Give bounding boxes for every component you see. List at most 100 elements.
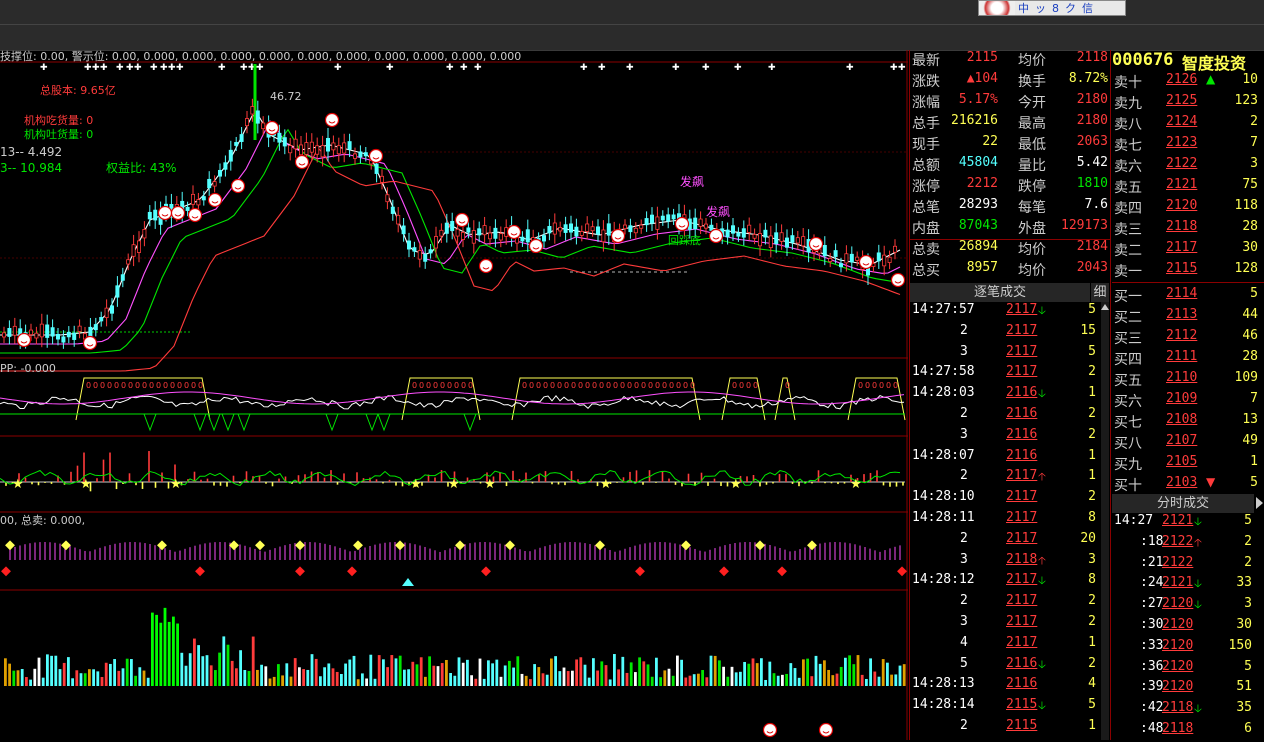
level-price: 2118 xyxy=(1166,219,1198,234)
toolbar-icon-avatar[interactable] xyxy=(979,1,1015,15)
pp-v-mark xyxy=(237,413,251,432)
candle-body xyxy=(342,142,347,154)
volume-bar xyxy=(260,664,263,686)
ask-row[interactable]: 卖十 2126 ▲ 10 xyxy=(1112,72,1264,93)
trade-row[interactable]: :27 2120 🡣 3 xyxy=(1112,596,1264,617)
toolbar-btn-5[interactable]: 信 xyxy=(1079,0,1096,16)
ask-row[interactable]: 卖二 2117 30 xyxy=(1112,240,1264,261)
trade-row[interactable]: 14:28:13 2116 4 xyxy=(910,676,1108,697)
bid-row[interactable]: 买五 2110 109 xyxy=(1112,370,1264,391)
trade-row[interactable]: 14:28:03 2116 🡣 1 xyxy=(910,385,1108,406)
level-price: 2111 xyxy=(1166,349,1198,364)
tick-detail-button[interactable]: 细 xyxy=(1091,283,1109,302)
minute-trades-list[interactable]: 14:27 2121 🡣 5:18 2122 🡡 2:21 2122 2:24 2121 🡣 33:2… xyxy=(1112,513,1264,740)
level-label: 买八 xyxy=(1114,436,1142,452)
trade-row[interactable]: 14:27:57 2117 🡣 5 xyxy=(910,302,1108,323)
ask-row[interactable]: 卖五 2121 75 xyxy=(1112,177,1264,198)
pp-mark: 0 xyxy=(536,381,541,390)
trade-row[interactable]: 2 2116 2 xyxy=(910,406,1108,427)
trade-row[interactable]: 14:28:12 2117 🡣 8 xyxy=(910,572,1108,593)
volume-bar xyxy=(100,677,104,686)
trade-row[interactable]: 3 2117 2 xyxy=(910,614,1108,635)
bid-row[interactable]: 买十 2103 ▼ 5 xyxy=(1112,475,1264,496)
trade-row[interactable]: 2 2115 1 xyxy=(910,718,1108,739)
volume-bar xyxy=(667,668,671,686)
ask-row[interactable]: 卖七 2123 7 xyxy=(1112,135,1264,156)
trade-row[interactable]: :33 2120 150 xyxy=(1112,638,1264,659)
ask-row[interactable]: 卖六 2122 3 xyxy=(1112,156,1264,177)
trade-row[interactable]: 14:28:14 2115 🡣 5 xyxy=(910,697,1108,718)
bid-row[interactable]: 买三 2112 46 xyxy=(1112,328,1264,349)
minute-trades-header[interactable]: 分时成交 xyxy=(1112,494,1254,513)
volume-bar xyxy=(701,670,704,686)
volume-bar xyxy=(575,659,578,686)
tick-scrollbar[interactable] xyxy=(1101,302,1109,740)
pp-mark: 0 xyxy=(669,381,674,390)
trade-row[interactable]: :21 2122 2 xyxy=(1112,555,1264,576)
trade-row[interactable]: 3 2118 🡡 3 xyxy=(910,552,1108,573)
bid-row[interactable]: 买六 2109 7 xyxy=(1112,391,1264,412)
trade-row[interactable]: 5 2116 🡣 2 xyxy=(910,656,1108,677)
volume-bar xyxy=(264,666,268,686)
smiley-icon xyxy=(264,120,280,136)
signal-mark: ✚ xyxy=(898,63,906,73)
ask-row[interactable]: 卖四 2120 118 xyxy=(1112,198,1264,219)
quote-label: 总买 xyxy=(912,263,940,279)
kline-chart[interactable]: ✚ ✚ ✚ ✚ ✚ ✚ ✚ ✚ ✚ ✚ ✚ ✚ ✚ ✚ ✚ ✚ ✚ ✚ ✚ ✚ ✚ ✚ ✚ ✚ ✚ ✚ ✚ ✚ ✚ ✚ 000000000… xyxy=(0,50,908,740)
ask-row[interactable]: 卖三 2118 28 xyxy=(1112,219,1264,240)
trade-row[interactable]: 4 2117 1 xyxy=(910,635,1108,656)
trade-row[interactable]: :42 2118 🡣 35 xyxy=(1112,700,1264,721)
bid-row[interactable]: 买一 2114 5 xyxy=(1112,286,1264,307)
trade-row[interactable]: 2 2117 2 xyxy=(910,593,1108,614)
toolbar-btn-1[interactable]: 中 xyxy=(1015,0,1032,16)
volume-bar xyxy=(562,667,566,686)
volume-bar xyxy=(592,658,595,686)
trade-row[interactable]: 14:28:11 2117 8 xyxy=(910,510,1108,531)
trade-row[interactable]: :30 2120 30 xyxy=(1112,617,1264,638)
volume-bar xyxy=(751,658,755,686)
volume-bar xyxy=(881,659,885,686)
trade-row[interactable]: :24 2121 🡣 33 xyxy=(1112,575,1264,596)
trade-row[interactable]: 14:27:58 2117 2 xyxy=(910,364,1108,385)
trade-row[interactable]: 3 2117 5 xyxy=(910,344,1108,365)
volume-bar xyxy=(436,666,440,686)
bid-row[interactable]: 买四 2111 28 xyxy=(1112,349,1264,370)
ask-row[interactable]: 卖九 2125 123 xyxy=(1112,93,1264,114)
trade-row[interactable]: 14:28:07 2116 1 xyxy=(910,448,1108,469)
trade-price: 2117 xyxy=(1006,593,1038,609)
scroll-up-icon[interactable] xyxy=(1101,304,1109,310)
volume-bar xyxy=(356,679,360,686)
ask-row[interactable]: 卖一 2115 128 xyxy=(1112,261,1264,282)
trade-row[interactable]: :18 2122 🡡 2 xyxy=(1112,534,1264,555)
bid-row[interactable]: 买九 2105 1 xyxy=(1112,454,1264,475)
trade-qty: 8 xyxy=(1088,510,1096,525)
tick-trades-list[interactable]: 14:27:57 2117 🡣 5 2 2117 15 3 2117 5 14:27:58 2117 2… xyxy=(910,302,1108,740)
candle-body xyxy=(39,323,44,338)
quote-label: 现手 xyxy=(912,137,940,153)
tick-trades-header[interactable]: 逐笔成交 xyxy=(910,283,1090,302)
trade-row[interactable]: 14:28:10 2117 2 xyxy=(910,489,1108,510)
bid-row[interactable]: 买二 2113 44 xyxy=(1112,307,1264,328)
volume-bar xyxy=(860,674,864,686)
trade-row[interactable]: 2 2117 🡡 1 xyxy=(910,468,1108,489)
ask-row[interactable]: 卖八 2124 2 xyxy=(1112,114,1264,135)
signal-mark: ✚ xyxy=(474,63,482,73)
pp-mark: 0 xyxy=(746,381,751,390)
trade-row[interactable]: 14:27 2121 🡣 5 xyxy=(1112,513,1264,534)
level-qty: 28 xyxy=(1242,219,1258,234)
trade-row[interactable]: 3 2116 2 xyxy=(910,427,1108,448)
toolbar-btn-3[interactable]: 8 xyxy=(1049,2,1062,15)
toolbar-btn-4[interactable]: ク xyxy=(1062,0,1079,16)
bid-row[interactable]: 买八 2107 49 xyxy=(1112,433,1264,454)
trade-row[interactable]: 2 2117 20 xyxy=(910,531,1108,552)
trade-row[interactable]: :36 2120 5 xyxy=(1112,659,1264,680)
candle-body xyxy=(244,118,249,127)
trade-row[interactable]: 2 2117 15 xyxy=(910,323,1108,344)
smiley-icon xyxy=(890,272,906,288)
trade-qty: 5 xyxy=(1088,697,1096,713)
trade-row[interactable]: :39 2120 51 xyxy=(1112,679,1264,700)
trade-row[interactable]: :48 2118 6 xyxy=(1112,721,1264,742)
toolbar-btn-2[interactable]: ッ xyxy=(1032,0,1049,16)
expand-arrow-icon[interactable] xyxy=(1256,497,1263,509)
bid-row[interactable]: 买七 2108 13 xyxy=(1112,412,1264,433)
